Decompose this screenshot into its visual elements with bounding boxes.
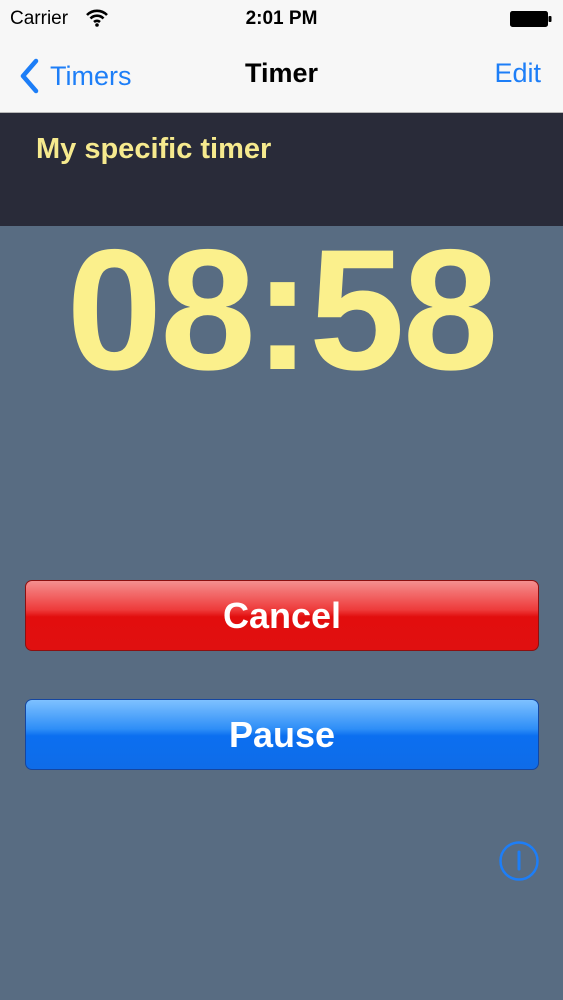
status-time: 2:01 PM [245,8,318,29]
timer-name-header: My specific timer [0,113,563,226]
battery-icon [510,11,552,27]
info-icon[interactable] [498,840,540,882]
navigation-bar: Timers Timer Edit [0,38,563,113]
cancel-button[interactable]: Cancel [25,580,539,651]
timer-name: My specific timer [36,133,272,165]
countdown-display: 08:58 [66,214,499,406]
status-bar: Carrier 2:01 PM [0,0,563,38]
timer-screen: Carrier 2:01 PM Timers Timer Edit My spe… [0,0,563,1000]
chevron-left-icon [20,58,39,94]
pause-button[interactable]: Pause [25,699,539,770]
back-button-label: Timers [50,60,132,91]
back-button[interactable]: Timers [18,56,132,96]
edit-button[interactable]: Edit [494,58,541,89]
